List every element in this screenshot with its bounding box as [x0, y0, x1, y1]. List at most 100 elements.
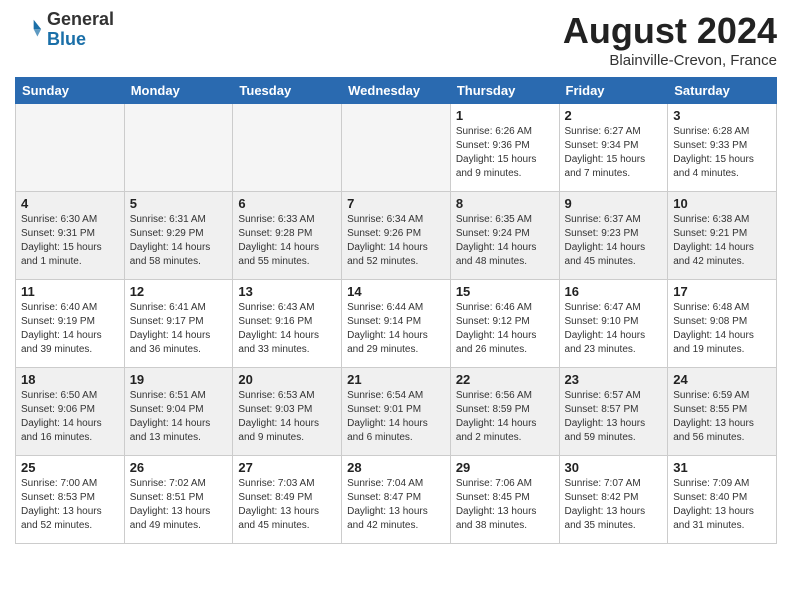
day-info: Sunrise: 7:02 AM Sunset: 8:51 PM Dayligh… [130, 477, 228, 533]
day-number: 17 [673, 284, 771, 299]
day-info: Sunrise: 7:07 AM Sunset: 8:42 PM Dayligh… [565, 477, 663, 533]
calendar-table: SundayMondayTuesdayWednesdayThursdayFrid… [15, 77, 777, 544]
day-number: 25 [21, 460, 119, 475]
day-info: Sunrise: 6:51 AM Sunset: 9:04 PM Dayligh… [130, 389, 228, 445]
col-header-thursday: Thursday [450, 78, 559, 104]
day-info: Sunrise: 6:31 AM Sunset: 9:29 PM Dayligh… [130, 213, 228, 269]
day-number: 22 [456, 372, 554, 387]
day-number: 12 [130, 284, 228, 299]
day-info: Sunrise: 6:38 AM Sunset: 9:21 PM Dayligh… [673, 213, 771, 269]
day-info: Sunrise: 6:43 AM Sunset: 9:16 PM Dayligh… [238, 301, 336, 357]
day-info: Sunrise: 6:28 AM Sunset: 9:33 PM Dayligh… [673, 125, 771, 181]
day-number: 15 [456, 284, 554, 299]
calendar-cell: 31 Sunrise: 7:09 AM Sunset: 8:40 PM Dayli… [668, 456, 777, 544]
calendar-cell [16, 104, 125, 192]
calendar-cell: 8Sunrise: 6:35 AM Sunset: 9:24 PM Daylig… [450, 192, 559, 280]
calendar-cell: 9Sunrise: 6:37 AM Sunset: 9:23 PM Daylig… [559, 192, 668, 280]
calendar-cell: 21 Sunrise: 6:54 AM Sunset: 9:01 PM Dayli… [342, 368, 451, 456]
day-info: Sunrise: 7:09 AM Sunset: 8:40 PM Dayligh… [673, 477, 771, 533]
calendar-cell: 12Sunrise: 6:41 AM Sunset: 9:17 PM Dayli… [124, 280, 233, 368]
day-number: 19 [130, 372, 228, 387]
day-info: Sunrise: 7:00 AM Sunset: 8:53 PM Dayligh… [21, 477, 119, 533]
day-number: 14 [347, 284, 445, 299]
day-number: 30 [565, 460, 663, 475]
day-info: Sunrise: 6:34 AM Sunset: 9:26 PM Dayligh… [347, 213, 445, 269]
day-info: Sunrise: 6:33 AM Sunset: 9:28 PM Dayligh… [238, 213, 336, 269]
day-info: Sunrise: 6:50 AM Sunset: 9:06 PM Dayligh… [21, 389, 119, 445]
day-number: 7 [347, 196, 445, 211]
calendar-cell: 29Sunrise: 7:06 AM Sunset: 8:45 PM Dayli… [450, 456, 559, 544]
day-info: Sunrise: 6:57 AM Sunset: 8:57 PM Dayligh… [565, 389, 663, 445]
day-number: 16 [565, 284, 663, 299]
calendar-cell: 16 Sunrise: 6:47 AM Sunset: 9:10 PM Dayli… [559, 280, 668, 368]
day-number: 3 [673, 108, 771, 123]
day-number: 4 [21, 196, 119, 211]
day-info: Sunrise: 6:47 AM Sunset: 9:10 PM Dayligh… [565, 301, 663, 357]
col-header-sunday: Sunday [16, 78, 125, 104]
day-number: 13 [238, 284, 336, 299]
calendar-cell: 4 Sunrise: 6:30 AM Sunset: 9:31 PM Daylig… [16, 192, 125, 280]
location-subtitle: Blainville-Crevon, France [563, 52, 777, 69]
day-number: 31 [673, 460, 771, 475]
day-info: Sunrise: 6:30 AM Sunset: 9:31 PM Dayligh… [21, 213, 119, 269]
calendar-cell: 25 Sunrise: 7:00 AM Sunset: 8:53 PM Dayli… [16, 456, 125, 544]
logo-text: General Blue [47, 10, 114, 50]
title-area: August 2024 Blainville-Crevon, France [563, 10, 777, 69]
calendar-week-row: 25 Sunrise: 7:00 AM Sunset: 8:53 PM Dayli… [16, 456, 777, 544]
calendar-week-row: 4 Sunrise: 6:30 AM Sunset: 9:31 PM Daylig… [16, 192, 777, 280]
col-header-friday: Friday [559, 78, 668, 104]
day-number: 24 [673, 372, 771, 387]
calendar-cell: 3 Sunrise: 6:28 AM Sunset: 9:33 PM Daylig… [668, 104, 777, 192]
day-info: Sunrise: 6:56 AM Sunset: 8:59 PM Dayligh… [456, 389, 554, 445]
calendar-cell: 28Sunrise: 7:04 AM Sunset: 8:47 PM Dayli… [342, 456, 451, 544]
calendar-cell: 30 Sunrise: 7:07 AM Sunset: 8:42 PM Dayli… [559, 456, 668, 544]
calendar-cell: 23 Sunrise: 6:57 AM Sunset: 8:57 PM Dayli… [559, 368, 668, 456]
day-number: 9 [565, 196, 663, 211]
calendar-cell: 19 Sunrise: 6:51 AM Sunset: 9:04 PM Dayli… [124, 368, 233, 456]
calendar-cell: 11 Sunrise: 6:40 AM Sunset: 9:19 PM Dayli… [16, 280, 125, 368]
col-header-monday: Monday [124, 78, 233, 104]
day-info: Sunrise: 6:54 AM Sunset: 9:01 PM Dayligh… [347, 389, 445, 445]
day-number: 23 [565, 372, 663, 387]
calendar-week-row: 1Sunrise: 6:26 AM Sunset: 9:36 PM Daylig… [16, 104, 777, 192]
day-number: 27 [238, 460, 336, 475]
day-number: 6 [238, 196, 336, 211]
col-header-tuesday: Tuesday [233, 78, 342, 104]
calendar-cell: 15Sunrise: 6:46 AM Sunset: 9:12 PM Dayli… [450, 280, 559, 368]
day-info: Sunrise: 6:44 AM Sunset: 9:14 PM Dayligh… [347, 301, 445, 357]
calendar-cell: 14 Sunrise: 6:44 AM Sunset: 9:14 PM Dayli… [342, 280, 451, 368]
header: General Blue August 2024 Blainville-Crev… [15, 10, 777, 69]
day-info: Sunrise: 6:53 AM Sunset: 9:03 PM Dayligh… [238, 389, 336, 445]
logo-icon [15, 16, 43, 44]
calendar-cell: 26 Sunrise: 7:02 AM Sunset: 8:51 PM Dayli… [124, 456, 233, 544]
col-header-saturday: Saturday [668, 78, 777, 104]
calendar-cell: 22 Sunrise: 6:56 AM Sunset: 8:59 PM Dayli… [450, 368, 559, 456]
calendar-cell: 17 Sunrise: 6:48 AM Sunset: 9:08 PM Dayli… [668, 280, 777, 368]
day-number: 8 [456, 196, 554, 211]
calendar-cell [233, 104, 342, 192]
day-number: 2 [565, 108, 663, 123]
day-number: 11 [21, 284, 119, 299]
calendar-cell: 2 Sunrise: 6:27 AM Sunset: 9:34 PM Daylig… [559, 104, 668, 192]
calendar-week-row: 18 Sunrise: 6:50 AM Sunset: 9:06 PM Dayli… [16, 368, 777, 456]
calendar-cell: 13 Sunrise: 6:43 AM Sunset: 9:16 PM Dayli… [233, 280, 342, 368]
day-number: 21 [347, 372, 445, 387]
day-number: 5 [130, 196, 228, 211]
calendar-header-row: SundayMondayTuesdayWednesdayThursdayFrid… [16, 78, 777, 104]
day-number: 18 [21, 372, 119, 387]
logo-blue-text: Blue [47, 30, 114, 50]
day-number: 1 [456, 108, 554, 123]
day-number: 26 [130, 460, 228, 475]
calendar-week-row: 11 Sunrise: 6:40 AM Sunset: 9:19 PM Dayli… [16, 280, 777, 368]
logo: General Blue [15, 10, 114, 50]
day-info: Sunrise: 7:04 AM Sunset: 8:47 PM Dayligh… [347, 477, 445, 533]
calendar-cell [342, 104, 451, 192]
day-info: Sunrise: 6:27 AM Sunset: 9:34 PM Dayligh… [565, 125, 663, 181]
day-info: Sunrise: 7:03 AM Sunset: 8:49 PM Dayligh… [238, 477, 336, 533]
calendar-cell: 27 Sunrise: 7:03 AM Sunset: 8:49 PM Dayli… [233, 456, 342, 544]
day-number: 20 [238, 372, 336, 387]
col-header-wednesday: Wednesday [342, 78, 451, 104]
day-info: Sunrise: 6:48 AM Sunset: 9:08 PM Dayligh… [673, 301, 771, 357]
logo-general-text: General [47, 10, 114, 30]
day-info: Sunrise: 6:40 AM Sunset: 9:19 PM Dayligh… [21, 301, 119, 357]
